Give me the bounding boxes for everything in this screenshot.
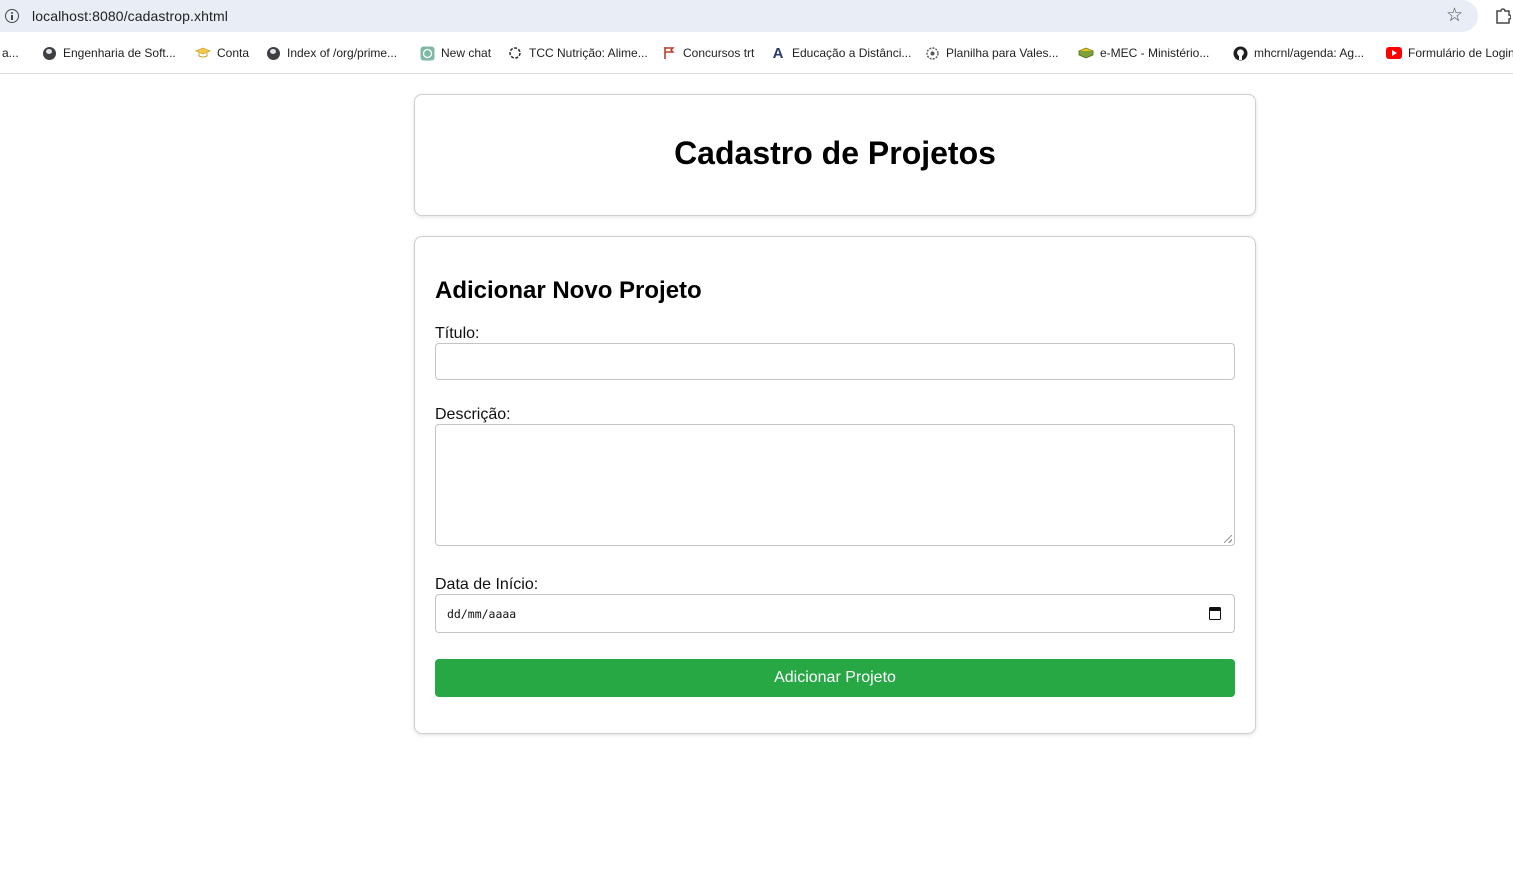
- bookmark-star-icon[interactable]: ☆: [1446, 6, 1463, 25]
- page-title: Cadastro de Projetos: [674, 135, 996, 171]
- bookmark-label: o a...: [0, 46, 19, 60]
- bookmark-label: mhcrnl/agenda: Ag...: [1254, 46, 1365, 60]
- site-info-icon[interactable]: [5, 9, 19, 23]
- openai-icon: [507, 45, 523, 61]
- date-placeholder: dd/mm/aaaa: [447, 607, 517, 621]
- bookmark-label: e-MEC - Ministério...: [1100, 46, 1210, 60]
- bookmark-item[interactable]: Planilha para Vales...: [924, 40, 1059, 66]
- bookmark-item[interactable]: TCC Nutrição: Alime...: [507, 40, 648, 66]
- bookmark-label: Conta: [217, 46, 250, 60]
- bookmark-label: Engenharia de Soft...: [63, 46, 176, 60]
- bookmark-item[interactable]: A Educação a Distânci...: [770, 40, 912, 66]
- resize-handle-icon[interactable]: [1224, 535, 1232, 543]
- globe-icon: [41, 45, 57, 61]
- bookmark-label: TCC Nutrição: Alime...: [529, 46, 648, 60]
- bookmarks-bar: o a... Engenharia de Soft... Conta Index…: [0, 40, 1513, 66]
- bookmark-label: Educação a Distânci...: [792, 46, 912, 60]
- flag-icon: [661, 45, 677, 61]
- title-label: Título:: [435, 325, 480, 342]
- bookmark-item[interactable]: Engenharia de Soft...: [41, 40, 176, 66]
- bookmark-item[interactable]: Conta: [195, 40, 249, 66]
- project-form-card: Adicionar Novo Projeto Título: Descrição…: [414, 236, 1256, 734]
- youtube-icon: [1386, 45, 1402, 61]
- bookmark-label: Concursos trt: [683, 46, 755, 60]
- add-project-button[interactable]: Adicionar Projeto: [435, 659, 1235, 697]
- globe-icon: [265, 45, 281, 61]
- description-textarea[interactable]: [435, 424, 1235, 546]
- bookmark-label: Planilha para Vales...: [946, 46, 1059, 60]
- header-card: Cadastro de Projetos: [414, 94, 1256, 216]
- bookmark-item[interactable]: mhcrnl/agenda: Ag...: [1232, 40, 1364, 66]
- extensions-icon[interactable]: [1495, 6, 1511, 24]
- gear-face-icon: [924, 45, 940, 61]
- description-label: Descrição:: [435, 406, 511, 423]
- bookmark-item[interactable]: Formulário de Login: [1386, 40, 1513, 66]
- github-icon: [1232, 45, 1248, 61]
- bookmark-label: Formulário de Login: [1408, 46, 1513, 60]
- form-title: Adicionar Novo Projeto: [435, 277, 702, 304]
- book-stack-icon: [1078, 45, 1094, 61]
- url-text[interactable]: localhost:8080/cadastrop.xhtml: [32, 8, 228, 24]
- bookmark-item[interactable]: Index of /org/prime...: [265, 40, 397, 66]
- chatgpt-icon: [419, 45, 435, 61]
- graduation-cap-icon: [195, 45, 211, 61]
- title-input[interactable]: [435, 343, 1235, 380]
- address-bar[interactable]: localhost:8080/cadastrop.xhtml ☆: [0, 0, 1478, 32]
- bookmark-item[interactable]: New chat: [419, 40, 491, 66]
- bookmark-item[interactable]: o a...: [0, 40, 19, 66]
- bookmark-item[interactable]: Concursos trt: [661, 40, 754, 66]
- start-date-input[interactable]: dd/mm/aaaa: [435, 594, 1235, 633]
- letter-a-icon: A: [772, 44, 784, 62]
- bookmark-label: New chat: [441, 46, 492, 60]
- browser-chrome: localhost:8080/cadastrop.xhtml ☆ o a... …: [0, 0, 1513, 74]
- start-date-label: Data de Início:: [435, 576, 539, 593]
- calendar-icon[interactable]: [1209, 607, 1221, 620]
- bookmark-label: Index of /org/prime...: [287, 46, 398, 60]
- bookmark-item[interactable]: e-MEC - Ministério...: [1078, 40, 1209, 66]
